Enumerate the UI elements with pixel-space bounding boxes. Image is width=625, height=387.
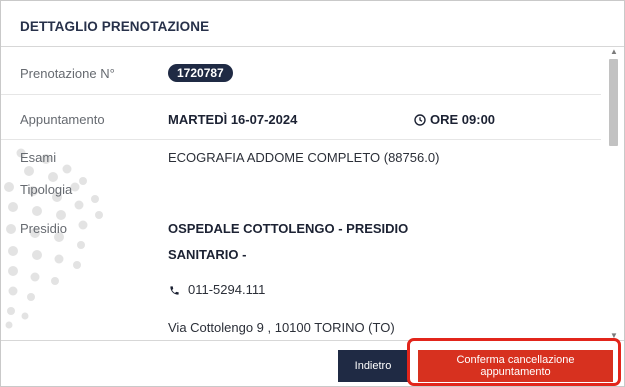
- facility-phone[interactable]: 011-5294.111: [188, 282, 265, 297]
- facility-name-line1: OSPEDALE COTTOLENGO - PRESIDIO: [168, 221, 409, 236]
- facility-address: Via Cottolengo 9 , 10100 TORINO (TO): [168, 320, 395, 335]
- dialog-body[interactable]: Prenotazione N° 1720787 Appuntamento MAR…: [1, 47, 606, 340]
- type-label: Tipologia: [20, 182, 73, 197]
- vertical-scrollbar[interactable]: ▲ ▼: [606, 47, 622, 340]
- scroll-up-arrow-icon[interactable]: ▲: [610, 47, 618, 56]
- exams-label: Esami: [20, 150, 57, 165]
- appointment-label: Appuntamento: [20, 112, 105, 127]
- row-divider: [1, 139, 601, 140]
- phone-icon: [169, 283, 180, 301]
- facility-label: Presidio: [20, 221, 67, 236]
- facility-name-line2: SANITARIO -: [168, 247, 247, 262]
- appointment-time: ORE 09:00: [430, 112, 496, 127]
- row-divider: [1, 94, 601, 95]
- back-button[interactable]: Indietro: [338, 350, 408, 382]
- booking-number-badge: 1720787: [168, 64, 233, 82]
- booking-detail-dialog: DETTAGLIO PRENOTAZIONE Prenotazione N° 1…: [0, 0, 625, 387]
- scrollbar-thumb[interactable]: [609, 59, 618, 146]
- dialog-title: DETTAGLIO PRENOTAZIONE: [20, 19, 210, 34]
- exams-value: ECOGRAFIA ADDOME COMPLETO (88756.0): [168, 150, 440, 165]
- booking-number-label: Prenotazione N°: [20, 66, 115, 81]
- appointment-date: MARTEDÌ 16-07-2024: [168, 112, 298, 127]
- highlight-annotation: [407, 338, 621, 386]
- dialog-header: DETTAGLIO PRENOTAZIONE: [1, 1, 624, 47]
- clock-icon: [414, 113, 426, 131]
